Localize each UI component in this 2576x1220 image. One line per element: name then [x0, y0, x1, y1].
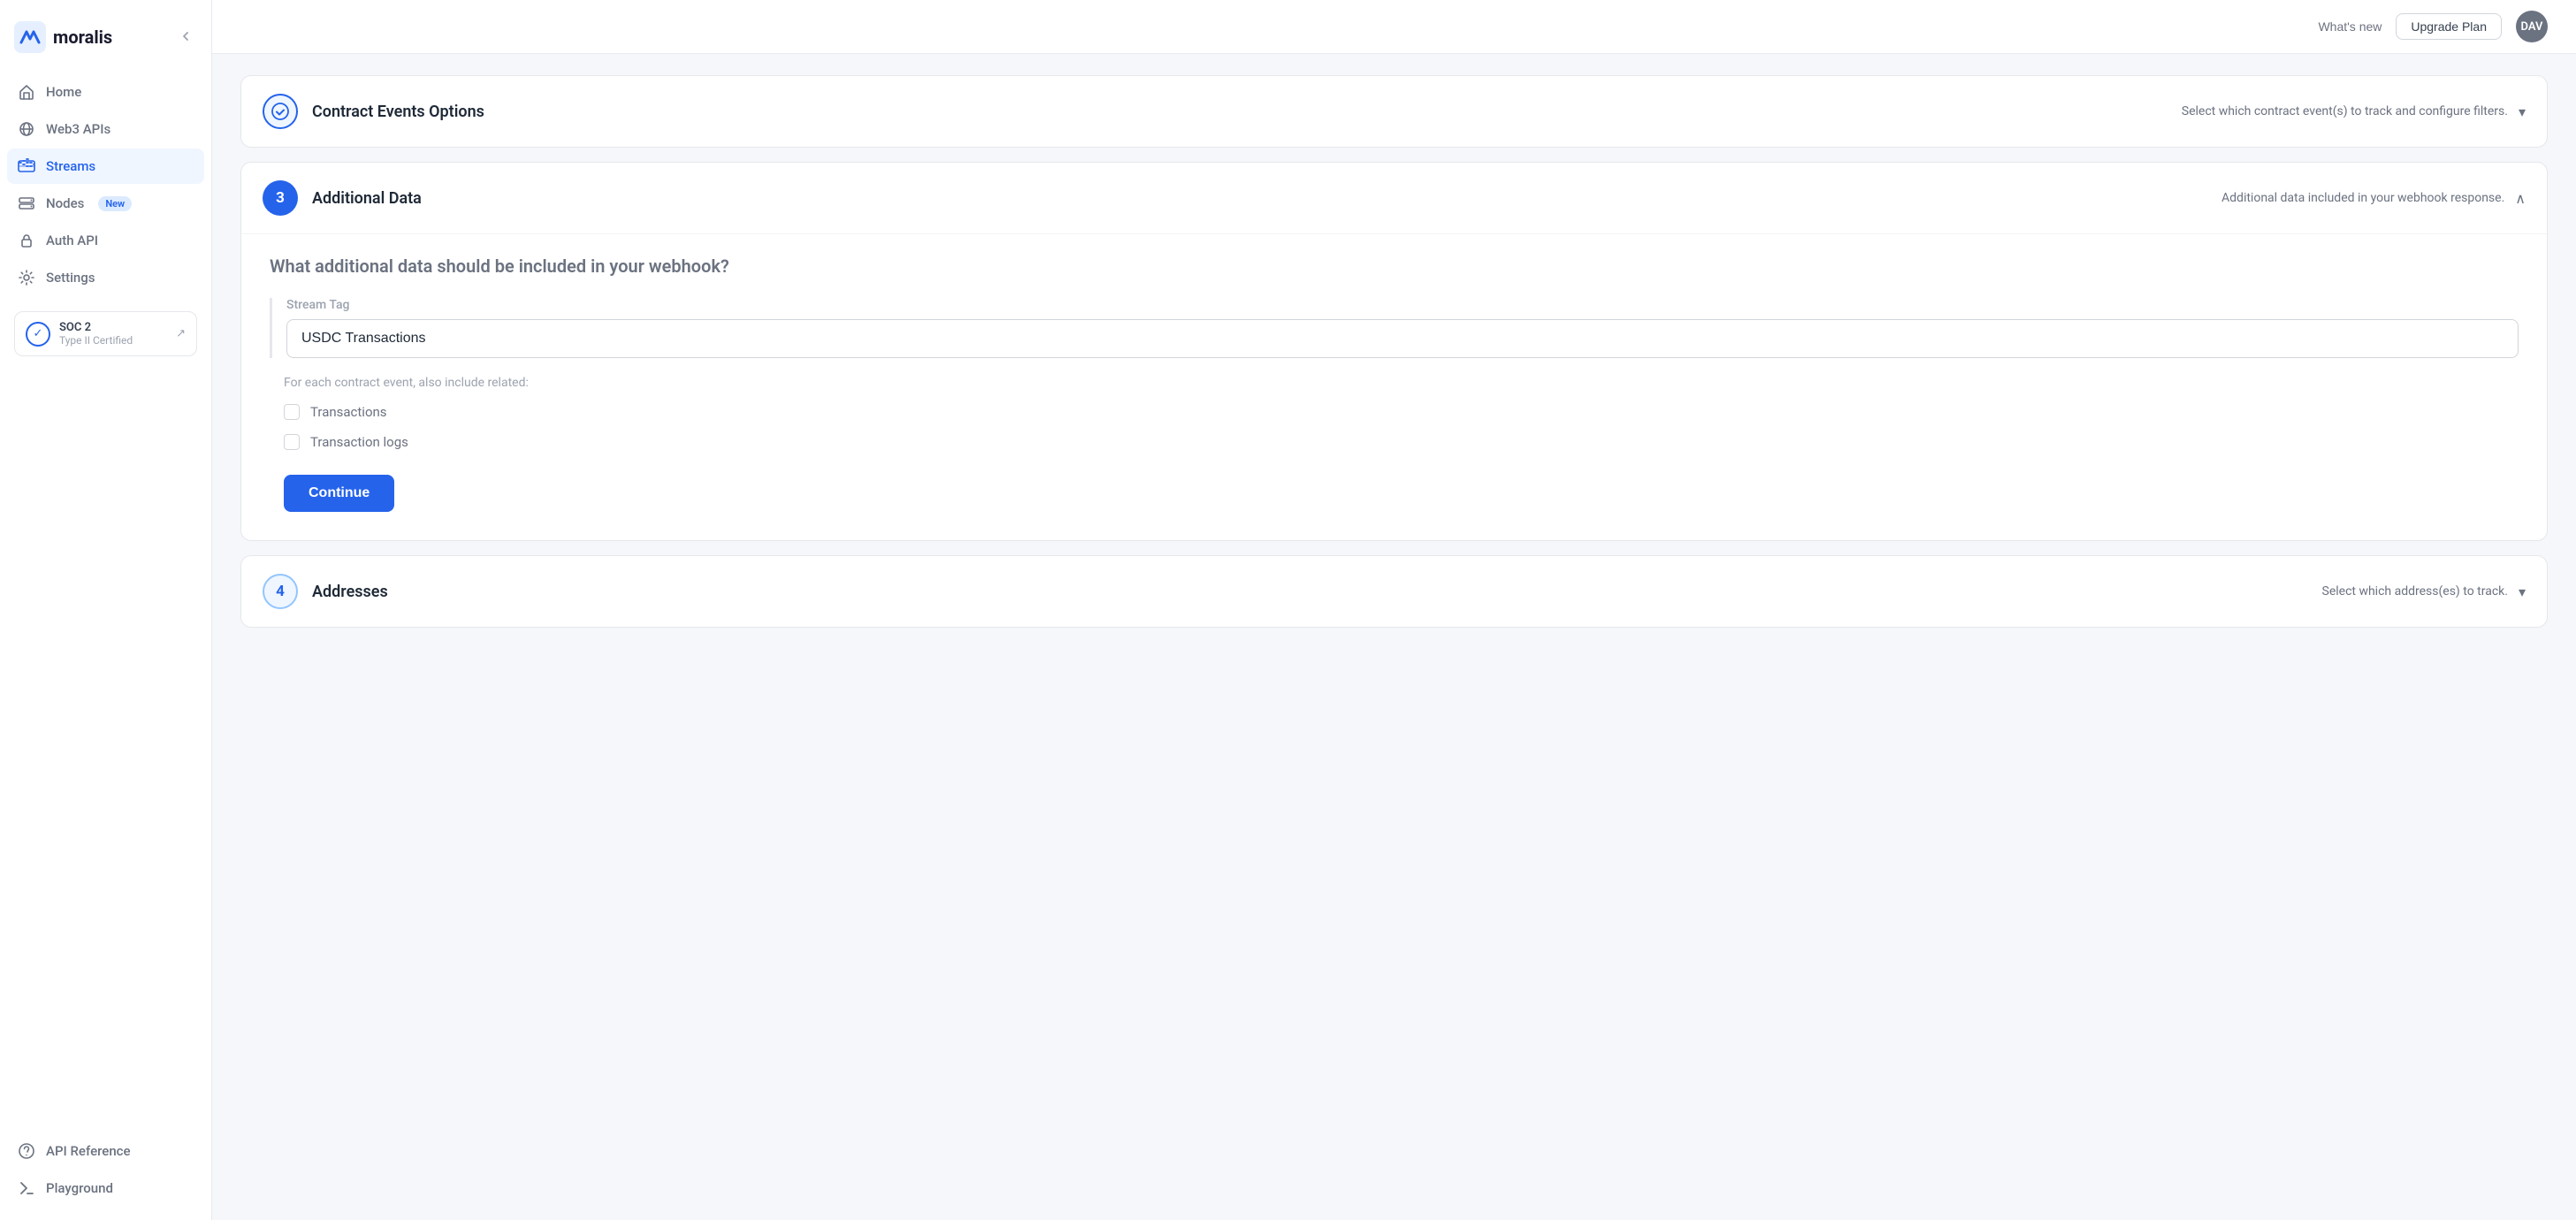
sidebar-item-web3apis-label: Web3 APIs: [46, 121, 111, 137]
addresses-card: 4 Addresses Select which address(es) to …: [240, 555, 2548, 628]
stream-tag-field-group: Stream Tag: [270, 298, 2519, 358]
sidebar-item-home[interactable]: Home: [7, 74, 204, 110]
additional-data-description: Additional data included in your webhook…: [2222, 191, 2504, 205]
sidebar-item-authapi-label: Auth API: [46, 233, 98, 248]
contract-events-description: Select which contract event(s) to track …: [2182, 104, 2508, 118]
step-circle-additional-data: 3: [263, 180, 298, 216]
brand-name: moralis: [53, 27, 112, 48]
additional-data-body: What additional data should be included …: [241, 233, 2547, 540]
sidebar-item-settings-label: Settings: [46, 270, 95, 286]
sidebar-bottom: API Reference Playground: [0, 1133, 211, 1206]
additional-data-left: 3 Additional Data: [263, 180, 2207, 216]
sidebar-item-streams[interactable]: Streams: [7, 149, 204, 184]
contract-events-card: Contract Events Options Select which con…: [240, 75, 2548, 148]
user-avatar[interactable]: DAV: [2516, 11, 2548, 42]
sidebar-item-apireference-label: API Reference: [46, 1143, 131, 1159]
checkbox-transaction-logs[interactable]: Transaction logs: [284, 434, 2519, 450]
sidebar-logo: moralis: [0, 14, 211, 74]
contract-events-title: Contract Events Options: [312, 103, 484, 121]
checkbox-transactions-box[interactable]: [284, 404, 300, 420]
additional-data-card-header[interactable]: 3 Additional Data Additional data includ…: [241, 163, 2547, 233]
nav-items: Home Web3 APIs Streams: [0, 74, 211, 1133]
contract-events-left: Contract Events Options: [263, 94, 2168, 129]
soc-badge[interactable]: ✓ SOC 2 Type II Certified ↗: [14, 311, 197, 356]
sidebar-item-apireference[interactable]: API Reference: [7, 1133, 204, 1169]
section-question: What additional data should be included …: [270, 255, 2519, 277]
sidebar-item-nodes-label: Nodes: [46, 195, 84, 211]
stream-tag-label: Stream Tag: [286, 298, 2519, 312]
soc-subtitle: Type II Certified: [59, 334, 167, 347]
additional-data-chevron-icon: ∧: [2515, 190, 2526, 207]
contract-events-card-header[interactable]: Contract Events Options Select which con…: [241, 76, 2547, 147]
logo-area: moralis: [14, 21, 112, 53]
addresses-card-header[interactable]: 4 Addresses Select which address(es) to …: [241, 556, 2547, 627]
contract-events-chevron-icon: ▾: [2519, 103, 2526, 120]
authapi-icon: [18, 232, 35, 249]
streams-icon: [18, 157, 35, 175]
whats-new-button[interactable]: What's new: [2318, 19, 2382, 34]
step-circle-addresses: 4: [263, 574, 298, 609]
sidebar-item-web3apis[interactable]: Web3 APIs: [7, 111, 204, 147]
soc-text-area: SOC 2 Type II Certified: [59, 321, 167, 347]
apireference-icon: [18, 1142, 35, 1160]
nodes-icon: [18, 194, 35, 212]
moralis-logo-icon: [14, 21, 46, 53]
sidebar-item-streams-label: Streams: [46, 158, 95, 174]
checkbox-transactions[interactable]: Transactions: [284, 404, 2519, 420]
web3apis-icon: [18, 120, 35, 138]
continue-button[interactable]: Continue: [284, 475, 394, 512]
sidebar-item-settings[interactable]: Settings: [7, 260, 204, 295]
sidebar-item-playground[interactable]: Playground: [7, 1170, 204, 1206]
additional-data-right: Additional data included in your webhook…: [2222, 190, 2526, 207]
sidebar-item-home-label: Home: [46, 84, 81, 100]
contract-events-right: Select which contract event(s) to track …: [2182, 103, 2526, 120]
settings-icon: [18, 269, 35, 286]
sidebar-item-nodes[interactable]: Nodes New: [7, 186, 204, 221]
addresses-chevron-icon: ▾: [2519, 583, 2526, 600]
soc-check-icon: ✓: [26, 322, 50, 347]
checkbox-transaction-logs-box[interactable]: [284, 434, 300, 450]
stream-tag-input[interactable]: [286, 319, 2519, 358]
sidebar-item-playground-label: Playground: [46, 1180, 113, 1196]
top-header: What's new Upgrade Plan DAV: [212, 0, 2576, 54]
related-label: For each contract event, also include re…: [270, 376, 2519, 390]
checkbox-group: Transactions Transaction logs: [270, 404, 2519, 450]
home-icon: [18, 83, 35, 101]
additional-data-title: Additional Data: [312, 189, 422, 208]
main-area: What's new Upgrade Plan DAV Contract Eve…: [212, 0, 2576, 1220]
content-area: Contract Events Options Select which con…: [212, 54, 2576, 1220]
sidebar-item-authapi[interactable]: Auth API: [7, 223, 204, 258]
nodes-new-badge: New: [98, 196, 132, 211]
addresses-left: 4 Addresses: [263, 574, 2308, 609]
upgrade-plan-button[interactable]: Upgrade Plan: [2396, 13, 2502, 40]
addresses-description: Select which address(es) to track.: [2322, 584, 2508, 599]
step-circle-contract-events: [263, 94, 298, 129]
soc-external-link-icon: ↗: [176, 327, 186, 340]
checkbox-transaction-logs-label: Transaction logs: [310, 434, 408, 450]
checkbox-transactions-label: Transactions: [310, 404, 387, 420]
addresses-right: Select which address(es) to track. ▾: [2322, 583, 2526, 600]
addresses-title: Addresses: [312, 583, 388, 601]
sidebar: moralis Home: [0, 0, 212, 1220]
soc-title: SOC 2: [59, 321, 167, 334]
playground-icon: [18, 1179, 35, 1197]
sidebar-collapse-button[interactable]: [174, 25, 197, 50]
additional-data-card: 3 Additional Data Additional data includ…: [240, 162, 2548, 541]
